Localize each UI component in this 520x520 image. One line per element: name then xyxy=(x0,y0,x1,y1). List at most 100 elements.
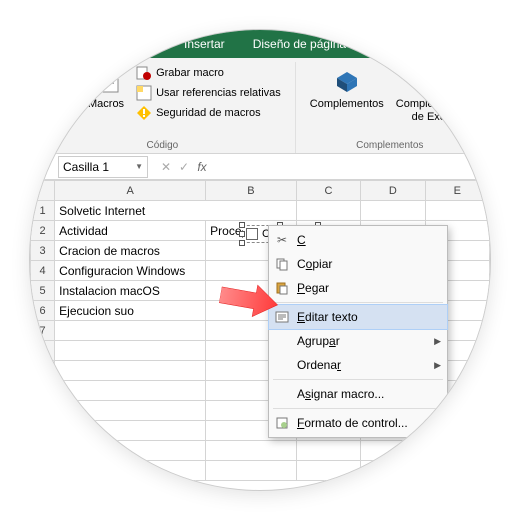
cell[interactable] xyxy=(361,461,425,481)
ctx-assign-macro[interactable]: Asignar macro... xyxy=(269,382,447,406)
row-header[interactable] xyxy=(31,401,55,421)
cell[interactable]: Cracion de macros xyxy=(55,241,206,261)
cell[interactable]: Configuracion Windows xyxy=(55,261,206,281)
row-header[interactable]: 4 xyxy=(31,261,55,281)
cell[interactable] xyxy=(425,441,489,461)
checkbox-icon[interactable] xyxy=(246,228,258,240)
tab-formulas[interactable]: Fórmul xyxy=(360,30,425,58)
blank-icon xyxy=(273,385,291,403)
cell[interactable] xyxy=(425,201,489,221)
chevron-down-icon[interactable]: ▼ xyxy=(135,162,143,171)
ctx-label: Ordenar xyxy=(297,358,341,372)
blank-icon xyxy=(273,356,291,374)
security-icon xyxy=(136,105,152,121)
ctx-label: Formato de control... xyxy=(297,416,408,430)
ctx-cut[interactable]: ✂ C xyxy=(269,228,447,252)
ctx-label: C xyxy=(297,233,306,247)
cut-icon: ✂ xyxy=(273,231,291,249)
cell[interactable] xyxy=(55,461,206,481)
cell[interactable]: Actividad xyxy=(55,221,206,241)
gear-icon xyxy=(417,64,449,96)
ctx-label: Copiar xyxy=(297,257,332,271)
ctx-paste[interactable]: Pegar xyxy=(269,276,447,300)
resize-handle[interactable] xyxy=(239,231,245,237)
relative-label: Usar referencias relativas xyxy=(156,87,281,99)
context-menu: ✂ C Copiar Pegar Editar texto Agrupar ▶ … xyxy=(268,225,448,438)
resize-handle[interactable] xyxy=(239,222,245,228)
cell[interactable]: Ejecucion suo xyxy=(55,301,206,321)
excel-addins-l1: Complementos xyxy=(396,98,470,111)
ctx-copy[interactable]: Copiar xyxy=(269,252,447,276)
cell[interactable] xyxy=(55,361,206,381)
separator xyxy=(273,408,443,409)
submenu-arrow-icon: ▶ xyxy=(434,360,441,371)
cancel-formula-icon[interactable]: ✕ xyxy=(158,160,174,174)
ctx-label: Agrupar xyxy=(297,334,340,348)
cell[interactable] xyxy=(296,201,360,221)
row-header[interactable] xyxy=(31,441,55,461)
cell[interactable] xyxy=(425,461,489,481)
row-header[interactable]: 5 xyxy=(31,281,55,301)
ctx-label: Editar texto xyxy=(297,310,358,324)
col-header-b[interactable]: B xyxy=(206,181,297,201)
separator xyxy=(273,379,443,380)
record-label: Grabar macro xyxy=(156,67,224,79)
cell[interactable]: Instalacion macOS xyxy=(55,281,206,301)
col-header-c[interactable]: C xyxy=(296,181,360,201)
ctx-label: Pegar xyxy=(297,281,329,295)
cell[interactable] xyxy=(361,441,425,461)
addins-button[interactable]: Complementos xyxy=(304,62,390,113)
excel-addins-button[interactable]: Complementos de Excel xyxy=(390,62,476,126)
row-header[interactable]: 8 xyxy=(31,341,55,361)
security-label: Seguridad de macros xyxy=(156,107,261,119)
tab-insertar[interactable]: Insertar xyxy=(170,30,239,58)
record-icon xyxy=(136,65,152,81)
row-header[interactable]: 1 xyxy=(31,201,55,221)
row-header[interactable] xyxy=(31,421,55,441)
select-all[interactable] xyxy=(31,181,55,201)
accept-formula-icon[interactable]: ✓ xyxy=(176,160,192,174)
excel-addins-l2: de Excel xyxy=(412,111,454,124)
name-box[interactable]: Casilla 1 ▼ xyxy=(58,156,148,178)
submenu-arrow-icon: ▶ xyxy=(434,336,441,347)
cell[interactable] xyxy=(206,461,297,481)
col-header-d[interactable]: D xyxy=(361,181,425,201)
cell[interactable] xyxy=(361,201,425,221)
cell[interactable]: Solvetic Internet xyxy=(55,201,297,221)
col-header-a[interactable]: A xyxy=(55,181,206,201)
row-header[interactable]: 7 xyxy=(31,321,55,341)
cell[interactable] xyxy=(296,441,360,461)
tab-diseno[interactable]: Diseño de página xyxy=(239,30,360,58)
cell[interactable] xyxy=(206,441,297,461)
addins-label: Complementos xyxy=(310,98,384,111)
separator xyxy=(273,302,443,303)
visual-basic-button[interactable]: sic xyxy=(38,62,82,113)
cell[interactable] xyxy=(55,421,206,441)
ctx-edit-text[interactable]: Editar texto xyxy=(269,305,447,329)
cell[interactable] xyxy=(296,461,360,481)
macros-button[interactable]: Macros xyxy=(82,62,130,113)
row-header[interactable]: 3 xyxy=(31,241,55,261)
macro-security-button[interactable]: Seguridad de macros xyxy=(134,104,283,122)
cell[interactable] xyxy=(55,381,206,401)
row-header[interactable] xyxy=(31,381,55,401)
row-header[interactable]: 9 xyxy=(31,361,55,381)
blank-icon xyxy=(273,332,291,350)
copy-icon xyxy=(273,255,291,273)
relative-refs-button[interactable]: Usar referencias relativas xyxy=(134,84,283,102)
cell[interactable] xyxy=(55,401,206,421)
macros-icon xyxy=(90,64,122,96)
row-header[interactable]: 2 xyxy=(31,221,55,241)
resize-handle[interactable] xyxy=(239,240,245,246)
col-header-e[interactable]: E xyxy=(425,181,489,201)
record-macro-button[interactable]: Grabar macro xyxy=(134,64,283,82)
ctx-format-control[interactable]: Formato de control... xyxy=(269,411,447,435)
cell[interactable] xyxy=(55,341,206,361)
row-header[interactable] xyxy=(31,461,55,481)
cell[interactable] xyxy=(55,441,206,461)
row-header[interactable]: 6 xyxy=(31,301,55,321)
fx-icon[interactable]: fx xyxy=(194,160,210,174)
ctx-order[interactable]: Ordenar ▶ xyxy=(269,353,447,377)
ctx-group[interactable]: Agrupar ▶ xyxy=(269,329,447,353)
cell[interactable] xyxy=(55,321,206,341)
